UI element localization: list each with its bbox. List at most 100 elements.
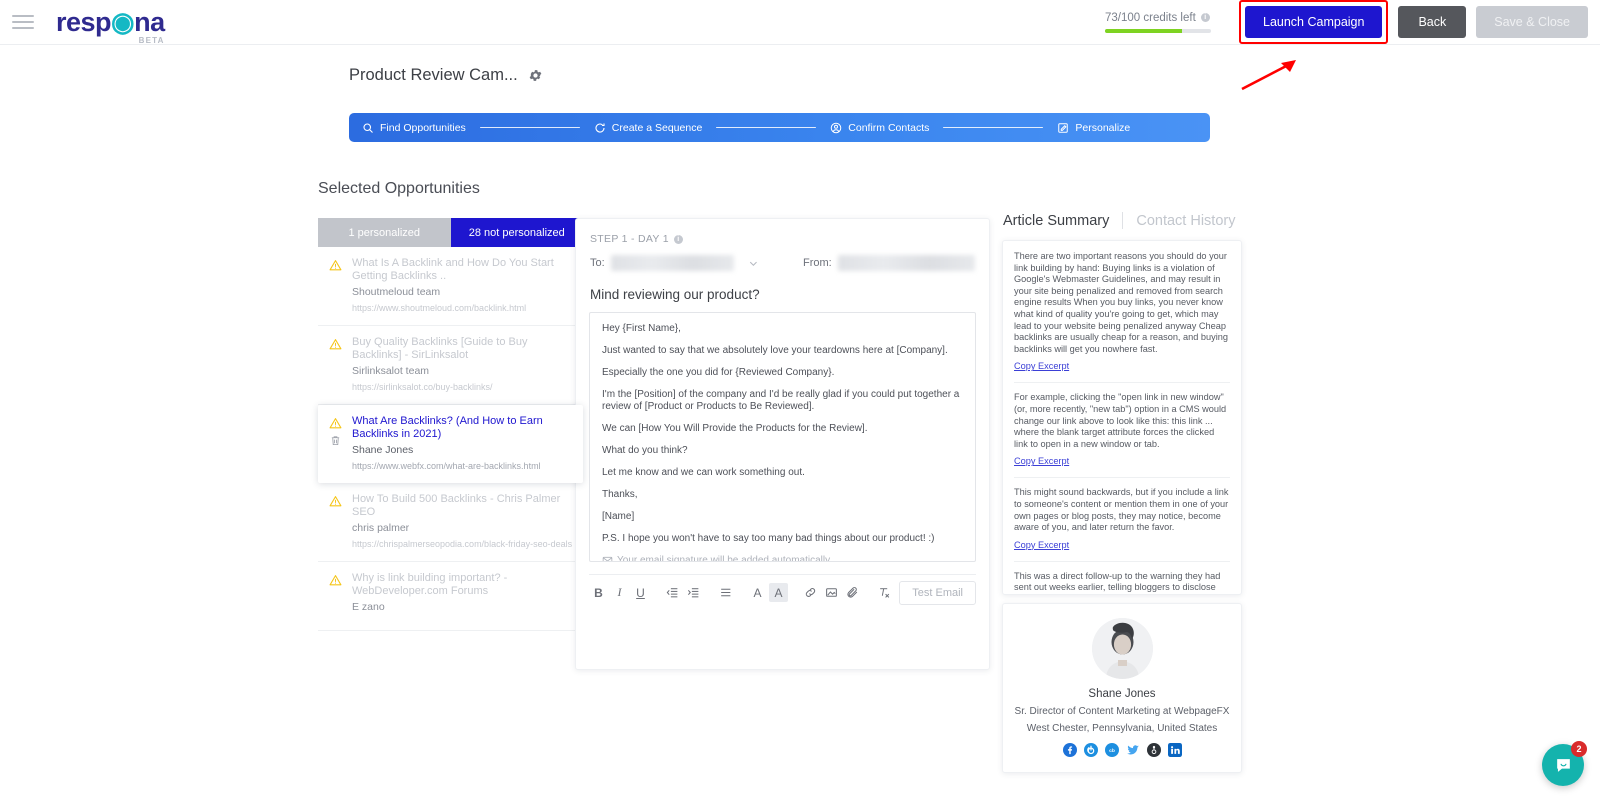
list-item[interactable]: Why is link building important? - WebDev… [318,562,583,631]
tab-contact-history[interactable]: Contact History [1136,213,1235,229]
trash-icon[interactable] [330,435,341,446]
excerpt-block: This might sound backwards, but if you i… [1014,487,1230,562]
linkedin-icon[interactable] [1167,743,1182,757]
list-item-author: E zano [352,601,385,613]
body-paragraph: [Name] [602,511,635,522]
chevron-down-icon[interactable] [748,258,759,269]
launch-campaign-button[interactable]: Launch Campaign [1245,6,1383,38]
clear-format-icon[interactable] [875,583,894,602]
save-and-close-button[interactable]: Save & Close [1476,6,1588,38]
list-item[interactable]: How To Build 500 Backlinks - Chris Palme… [318,483,583,562]
from-field[interactable] [837,255,975,271]
image-icon[interactable] [822,583,841,602]
excerpt-text: For example, clicking the "open link in … [1014,392,1227,449]
contact-role: Sr. Director of Content Marketing at Web… [1014,706,1230,717]
tab-personalized[interactable]: 1 personalized [318,218,451,247]
list-item-author: Sirlinksalot team [352,365,430,377]
excerpt-text: This was a direct follow-up to the warni… [1014,570,1221,594]
outdent-icon[interactable] [663,583,682,602]
gear-icon[interactable] [528,68,543,83]
list-item-title: Buy Quality Backlinks [Guide to Buy Back… [352,336,528,361]
copy-excerpt-link[interactable]: Copy Excerpt [1014,540,1069,550]
step-personalize[interactable]: Personalize [1057,122,1130,134]
font-color-icon[interactable]: A [748,583,767,602]
step-label: Create a Sequence [611,121,703,134]
excerpt-text: There are two important reasons you shou… [1014,251,1228,354]
campaign-stepper: Find Opportunities Create a Sequence Con… [349,113,1210,142]
step-connector [716,126,817,129]
subject-line[interactable]: Mind reviewing our product? [576,271,989,302]
to-field[interactable] [610,255,735,271]
list-item-url: https://sirlinksalot.co/buy-backlinks/ [352,382,493,392]
list-item-selected[interactable]: What Are Backlinks? (And How to Earn Bac… [318,405,583,483]
info-icon[interactable]: i [673,234,683,244]
article-summary-card: There are two important reasons you shou… [1002,240,1242,595]
indent-icon[interactable] [684,583,703,602]
twitter-icon[interactable] [1126,743,1140,757]
opportunities-tabs: 1 personalized 28 not personalized [318,218,583,247]
chat-bubble-icon [1556,758,1570,772]
list-item-title: What Are Backlinks? (And How to Earn Bac… [352,415,543,440]
warning-icon [329,418,342,429]
excerpt-text: This might sound backwards, but if you i… [1014,487,1229,533]
address-row: To: From: [576,245,989,271]
search-icon [363,122,373,133]
warning-icon [329,575,342,586]
step-label: Confirm Contacts [848,121,930,134]
brand-beta-tag: BETA [138,35,165,45]
top-bar-actions: 73/100 credits left i Launch Campaign Ba… [1105,0,1600,44]
step-find-opportunities[interactable]: Find Opportunities [362,122,466,134]
excerpt-block: This was a direct follow-up to the warni… [1014,570,1230,594]
from-label: From: [803,257,832,269]
producthunt-icon[interactable] [1083,743,1098,757]
menu-icon[interactable] [12,15,34,29]
credits-label: 73/100 credits left [1105,11,1196,24]
step-confirm-contacts[interactable]: Confirm Contacts [830,122,929,134]
opportunities-panel: 1 personalized 28 not personalized What … [318,218,583,631]
attachment-icon[interactable] [843,583,862,602]
bullet-list-icon[interactable] [716,583,735,602]
underline-icon[interactable]: U [631,583,650,602]
step-label: Personalize [1075,121,1131,134]
italic-icon[interactable]: I [610,583,629,602]
envelope-icon [602,556,613,561]
page-title: Product Review Cam... [349,66,518,84]
brand-logo[interactable]: resp◉na BETA [56,8,165,45]
copy-excerpt-link[interactable]: Copy Excerpt [1014,456,1069,466]
step-create-a-sequence[interactable]: Create a Sequence [594,122,702,134]
crunchbase-icon[interactable]: cb [1104,743,1119,757]
facebook-icon[interactable] [1062,743,1077,757]
svg-text:cb: cb [1109,748,1115,754]
info-icon[interactable]: i [1200,13,1210,22]
link-icon[interactable] [801,583,820,602]
chat-widget-button[interactable]: 2 [1542,741,1587,786]
email-body-editor[interactable]: Hey {First Name}, Just wanted to say tha… [589,312,976,562]
back-button[interactable]: Back [1398,6,1467,38]
refresh-icon [595,123,605,133]
avatar [1091,618,1153,679]
highlight-icon[interactable]: A [769,583,788,602]
step-connector [943,126,1044,129]
credits-progress-bar [1105,28,1211,33]
tab-divider [1122,212,1124,229]
right-panel-tabs: Article Summary Contact History [1003,212,1235,229]
body-paragraph: We can [How You Will Provide the Product… [602,423,868,434]
tab-article-summary[interactable]: Article Summary [1003,213,1109,229]
body-paragraph: Just wanted to say that we absolutely lo… [602,345,948,356]
bold-icon[interactable]: B [589,583,608,602]
warning-icon [329,260,342,271]
body-paragraph: Hey {First Name}, [602,323,681,334]
list-item[interactable]: What Is A Backlink and How Do You Start … [318,247,583,326]
list-item[interactable]: Buy Quality Backlinks [Guide to Buy Back… [318,326,583,405]
body-paragraph: What do you think? [602,445,688,456]
body-paragraph: Thanks, [602,489,638,500]
campaign-title-row: Product Review Cam... [349,66,543,85]
tab-not-personalized[interactable]: 28 not personalized [450,218,583,247]
credits-meter: 73/100 credits left i [1105,12,1211,33]
gravatar-icon[interactable] [1146,743,1161,757]
copy-excerpt-link[interactable]: Copy Excerpt [1014,361,1069,371]
list-item-url: https://chrispalmerseopodia.com/black-fr… [352,539,573,549]
test-email-button[interactable]: Test Email [899,580,976,605]
top-bar: resp◉na BETA 73/100 credits left i Launc… [0,0,1600,45]
contact-profile-card: Shane Jones Sr. Director of Content Mark… [1002,603,1242,773]
